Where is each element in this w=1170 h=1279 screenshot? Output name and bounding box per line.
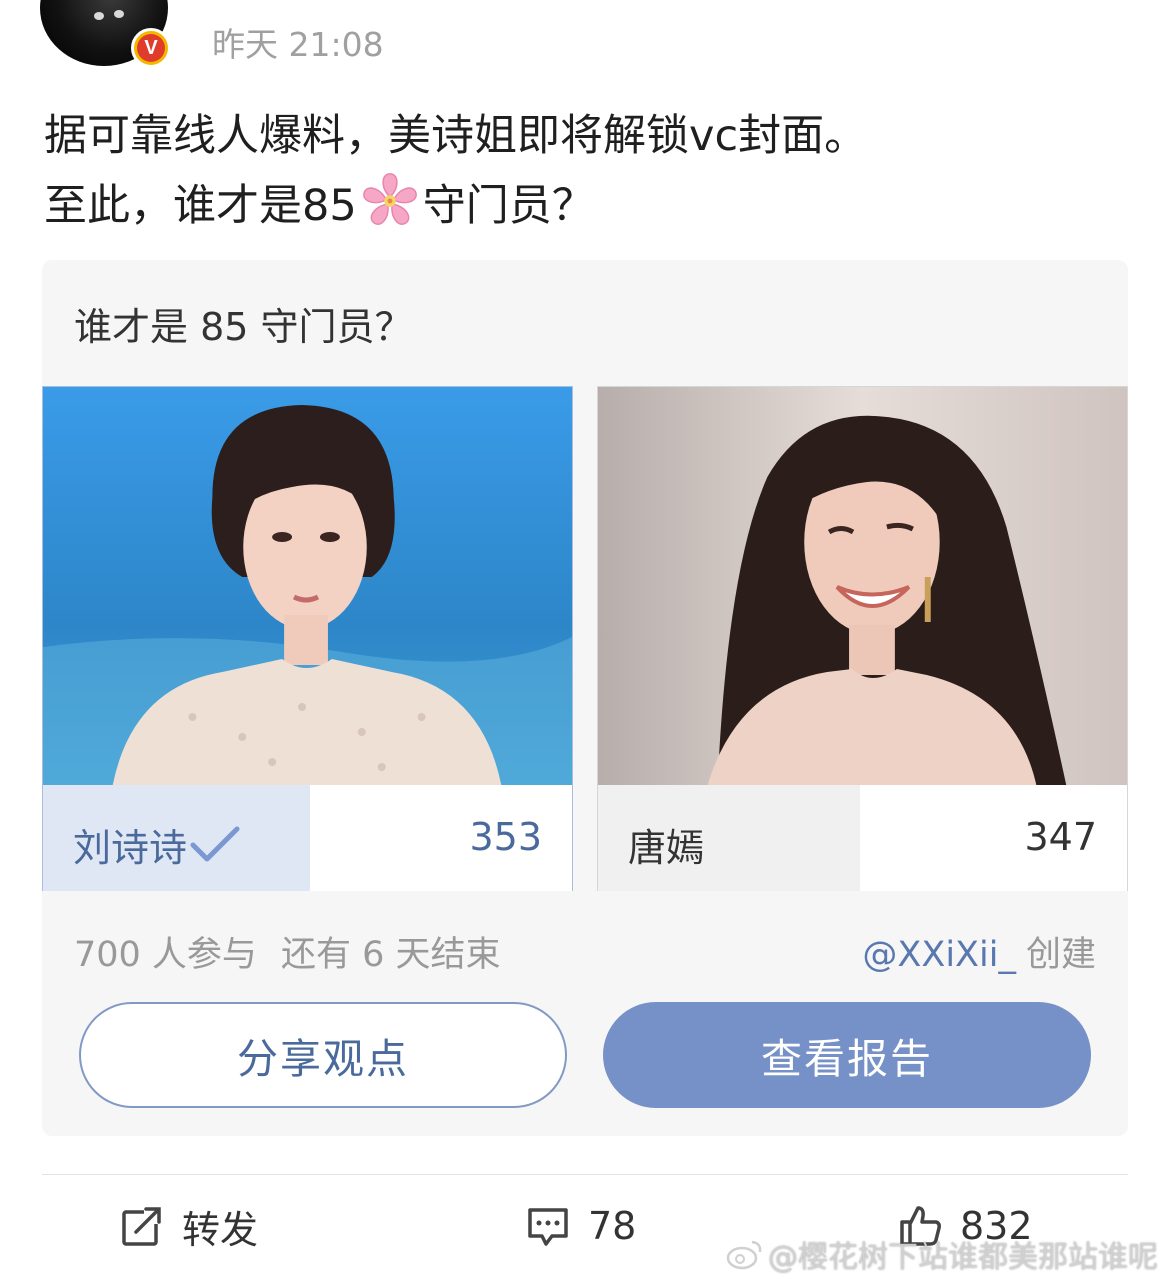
post-body: 据可靠线人爆料，美诗姐即将解锁vc封面。 至此，谁才是85 守门员？ [44, 102, 1134, 240]
poll-option-1-label: 刘诗诗 [73, 817, 241, 872]
avatar-detail [114, 10, 124, 18]
verified-badge-letter: V [137, 34, 165, 62]
poll-card: 谁才是 85 守门员？ 刘诗诗 353 唐嫣 347 700 人参与 还有 6 … [42, 260, 1128, 1136]
poll-title: 谁才是 85 守门员？ [74, 305, 413, 349]
checkmark-icon [190, 826, 240, 862]
divider [42, 1174, 1128, 1175]
verified-badge-icon: V [131, 28, 171, 68]
poll-creator-link[interactable]: @XXiXii_ [862, 935, 1016, 975]
poll-creator: @XXiXii_ 创建 [862, 926, 1096, 977]
poll-option-1-name: 刘诗诗 [73, 826, 188, 870]
post-header: V 昨天 21:08 [40, 0, 1130, 80]
repost-icon [122, 1206, 162, 1246]
repost-button[interactable]: 转发 [120, 1196, 258, 1256]
poll-meta: 700 人参与 还有 6 天结束 [74, 926, 500, 977]
watermark: @樱花树下站谁都美那站谁呢 [726, 1232, 1158, 1276]
view-report-button[interactable]: 查看报告 [603, 1002, 1091, 1108]
cherry-blossom-icon [362, 173, 417, 225]
comment-button[interactable]: 78 [526, 1196, 636, 1256]
post-line-2-prefix: 至此，谁才是85 [44, 181, 357, 231]
poll-option-2-bar[interactable]: 唐嫣 347 [598, 785, 1127, 891]
poll-option-2-name: 唐嫣 [628, 826, 705, 870]
post-timestamp: 昨天 21:08 [212, 25, 384, 64]
comment-count: 78 [588, 1204, 637, 1248]
poll-participants: 700 人参与 [74, 935, 257, 975]
post-line-2: 至此，谁才是85 守门员？ [44, 170, 1134, 240]
watermark-text: @樱花树下站谁都美那站谁呢 [768, 1240, 1158, 1275]
poll-option-2-photo[interactable] [598, 387, 1127, 785]
poll-option-1-bar[interactable]: 刘诗诗 353 [43, 785, 572, 891]
poll-option-1[interactable]: 刘诗诗 353 [42, 386, 573, 891]
share-opinion-button[interactable]: 分享观点 [79, 1002, 567, 1108]
poll-option-1-photo[interactable] [43, 387, 572, 785]
comment-icon [528, 1208, 568, 1246]
poll-option-2[interactable]: 唐嫣 347 [597, 386, 1128, 891]
weibo-logo-icon [726, 1240, 762, 1270]
avatar-detail [94, 12, 104, 20]
poll-remaining: 还有 6 天结束 [280, 935, 501, 975]
poll-option-1-count: 353 [469, 815, 542, 859]
poll-creator-suffix: 创建 [1025, 935, 1096, 975]
repost-label: 转发 [182, 1207, 259, 1252]
post-line-1: 据可靠线人爆料，美诗姐即将解锁vc封面。 [44, 111, 868, 161]
poll-option-2-count: 347 [1024, 815, 1097, 859]
post-line-2-suffix: 守门员？ [422, 181, 595, 231]
